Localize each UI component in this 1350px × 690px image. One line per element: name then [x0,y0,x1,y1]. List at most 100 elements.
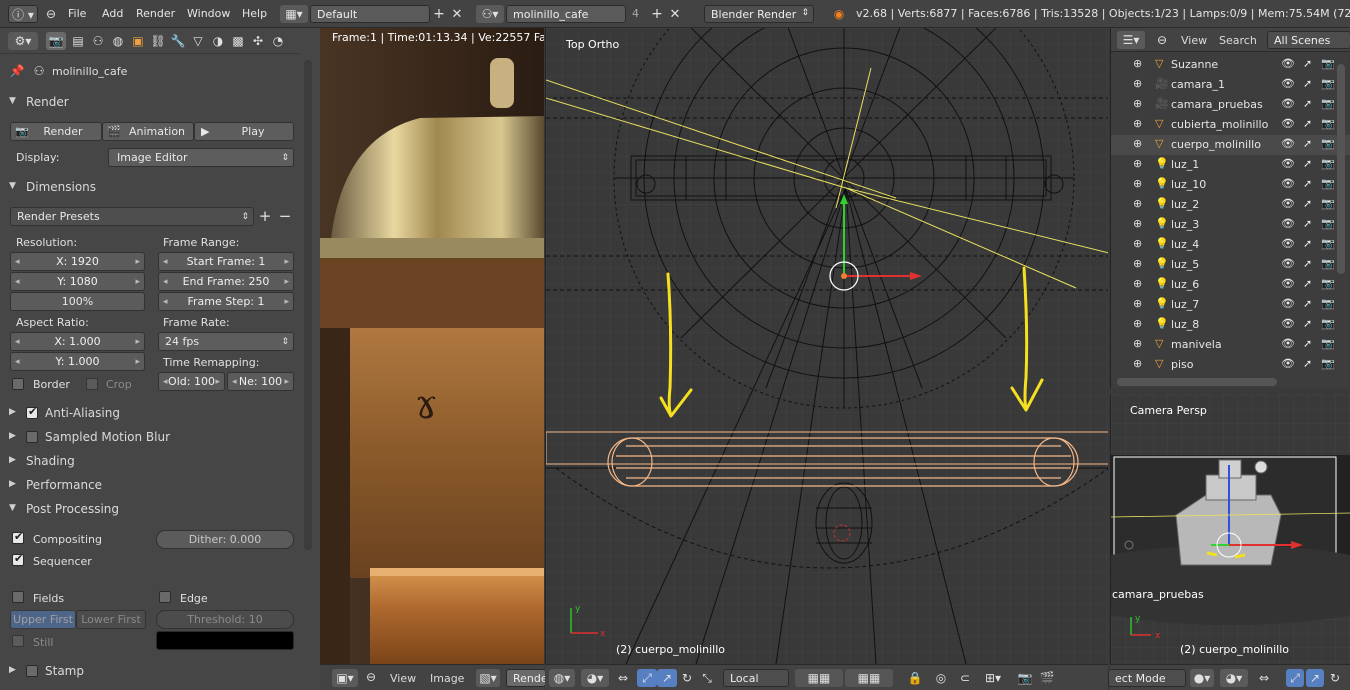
collapse-menu-icon[interactable]: ⊖ [44,6,58,22]
expand-icon[interactable]: ⊕ [1133,317,1142,330]
outliner-item[interactable]: ⊕ ▽ manivela 👁 ➚ 📷 [1111,335,1350,355]
renderable-camera-icon[interactable]: 📷 [1321,217,1335,230]
expand-icon[interactable]: ⊕ [1133,137,1142,150]
visibility-eye-icon[interactable]: 👁 [1281,237,1295,250]
pivot-icon[interactable]: ◕▾ [1220,669,1248,687]
snap-element-icon[interactable]: ⊞▾ [979,669,1007,687]
visibility-eye-icon[interactable]: 👁 [1281,337,1295,350]
pin-icon[interactable]: 📌 [10,63,25,79]
renderable-camera-icon[interactable]: 📷 [1321,257,1335,270]
selectable-cursor-icon[interactable]: ➚ [1303,257,1312,270]
expand-icon[interactable]: ⊕ [1133,357,1142,370]
outliner-item[interactable]: ⊕ ▽ piso 👁 ➚ 📷 [1111,355,1350,375]
delete-layout-icon[interactable]: ✕ [450,6,464,22]
anti-aliasing-panel-header[interactable]: ▶ Anti-Aliasing [6,403,298,425]
expand-icon[interactable]: ⊕ [1133,57,1142,70]
constraints-tab-icon[interactable]: ⛓ [148,32,168,50]
scene-field[interactable]: molinillo_cafe [506,5,626,23]
scene-tab-icon[interactable]: ⚇ [88,32,108,50]
outliner-item[interactable]: ⊕ 💡 luz_8 👁 ➚ 📷 [1111,315,1350,335]
renderable-camera-icon[interactable]: 📷 [1321,297,1335,310]
expand-icon[interactable]: ⊕ [1133,297,1142,310]
layers-tab-icon[interactable]: ▤ [68,32,88,50]
shading-mode-icon[interactable]: ◕▾ [581,669,609,687]
anti-aliasing-checkbox[interactable] [26,405,38,419]
render-tab-icon[interactable]: 📷 [46,32,66,50]
edge-color-swatch[interactable] [156,631,294,650]
world-tab-icon[interactable]: ◍ [108,32,128,50]
selectable-cursor-icon[interactable]: ➚ [1303,237,1312,250]
renderable-camera-icon[interactable]: 📷 [1321,197,1335,210]
delete-scene-icon[interactable]: ✕ [668,6,682,22]
selectable-cursor-icon[interactable]: ➚ [1303,57,1312,70]
outliner-item[interactable]: ⊕ 🎥 camara_pruebas 👁 ➚ 📷 [1111,95,1350,115]
collapse-menu-icon[interactable]: ⊖ [1155,32,1169,48]
motion-blur-panel-header[interactable]: ▶ Sampled Motion Blur [6,427,298,449]
visibility-eye-icon[interactable]: 👁 [1281,77,1295,90]
scene-icon[interactable]: ⚇▾ [476,5,504,23]
layers-right-icon[interactable]: ▦▦ [845,669,893,687]
rotate-icon[interactable]: ↻ [1326,669,1344,687]
selectable-cursor-icon[interactable]: ➚ [1303,197,1312,210]
dimensions-panel-header[interactable]: ▼ Dimensions [6,177,298,199]
view3d-type-icon[interactable]: ◍▾ [549,669,575,687]
layout-field[interactable]: Default [310,5,430,23]
start-frame-field[interactable]: Start Frame: 1 [158,252,294,271]
selectable-cursor-icon[interactable]: ➚ [1303,117,1312,130]
expand-icon[interactable]: ⊕ [1133,177,1142,190]
3d-viewport-camera[interactable]: y x Camera Persp camara_pruebas (2) cuer… [1051,395,1350,664]
outliner-type-icon[interactable]: ☰▾ [1117,31,1145,49]
renderable-camera-icon[interactable]: 📷 [1321,117,1335,130]
sequencer-checkbox[interactable] [12,552,24,566]
outliner-item[interactable]: ⊕ ▽ cuerpo_molinillo 👁 ➚ 📷 [1111,135,1350,155]
outliner-item[interactable]: ⊕ 💡 luz_5 👁 ➚ 📷 [1111,255,1350,275]
properties-scrollbar[interactable] [304,60,312,550]
visibility-eye-icon[interactable]: 👁 [1281,217,1295,230]
visibility-eye-icon[interactable]: 👁 [1281,117,1295,130]
time-old-field[interactable]: Old: 100 [158,372,225,391]
texture-tab-icon[interactable]: ▩ [228,32,248,50]
outliner-item[interactable]: ⊕ 💡 luz_3 👁 ➚ 📷 [1111,215,1350,235]
proportional-edit-icon[interactable]: ◎ [931,669,951,687]
outliner-menu-view[interactable]: View [1181,34,1207,47]
menu-render[interactable]: Render [136,7,175,20]
editor-type-icon[interactable]: ⚙▾ [8,32,38,50]
selectable-cursor-icon[interactable]: ➚ [1303,357,1312,370]
expand-icon[interactable]: ⊕ [1133,77,1142,90]
aspect-x-field[interactable]: X: 1.000 [10,332,145,351]
visibility-eye-icon[interactable]: 👁 [1281,137,1295,150]
expand-icon[interactable]: ⊕ [1133,197,1142,210]
stamp-panel-header[interactable]: ▶ Stamp [6,661,298,683]
expand-icon[interactable]: ⊕ [1133,117,1142,130]
outliner-item[interactable]: ⊕ 💡 luz_4 👁 ➚ 📷 [1111,235,1350,255]
stamp-checkbox[interactable] [26,665,38,677]
visibility-eye-icon[interactable]: 👁 [1281,97,1295,110]
selectable-cursor-icon[interactable]: ➚ [1303,137,1312,150]
translate-icon[interactable]: ↗ [1306,669,1324,687]
resolution-y-field[interactable]: Y: 1080 [10,272,145,291]
aspect-y-field[interactable]: Y: 1.000 [10,352,145,371]
expand-icon[interactable]: ⊕ [1133,277,1142,290]
resolution-percent-slider[interactable]: 100% [10,292,145,311]
render-panel-header[interactable]: ▼ Render [6,92,298,114]
pivot-icon[interactable]: ⇔ [613,669,633,687]
shading-mode-icon[interactable]: ●▾ [1190,669,1214,687]
snap-icon[interactable]: ⊂ [955,669,975,687]
collapse-menu-icon[interactable]: ⊖ [364,669,378,685]
outliner-item[interactable]: ⊕ 🎥 camara_1 👁 ➚ 📷 [1111,75,1350,95]
selectable-cursor-icon[interactable]: ➚ [1303,97,1312,110]
orientation-select[interactable]: Local [723,669,789,687]
renderable-camera-icon[interactable]: 📷 [1321,137,1335,150]
renderable-camera-icon[interactable]: 📷 [1321,57,1335,70]
info-editor-icon[interactable]: ⓘ ▾ [8,5,38,23]
mode-select[interactable]: ect Mode [1108,669,1186,687]
image-editor-type-icon[interactable]: ▣▾ [332,669,358,687]
visibility-eye-icon[interactable]: 👁 [1281,197,1295,210]
fields-checkbox[interactable] [12,591,24,603]
layers-left-icon[interactable]: ▦▦ [795,669,843,687]
menu-file[interactable]: File [68,7,86,20]
selectable-cursor-icon[interactable]: ➚ [1303,177,1312,190]
material-tab-icon[interactable]: ◑ [208,32,228,50]
edge-checkbox[interactable] [159,591,171,603]
opengl-anim-icon[interactable]: 🎬 [1037,669,1057,687]
